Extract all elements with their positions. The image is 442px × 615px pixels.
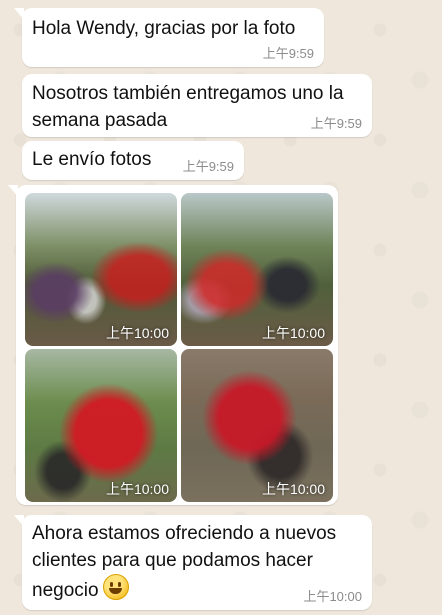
incoming-message-bubble[interactable]: Ahora estamos ofreciendo a nuevos client… [14, 515, 372, 610]
photo-timestamp: 上午10:00 [105, 325, 169, 341]
photo-timestamp: 上午10:00 [261, 481, 325, 497]
incoming-message-bubble[interactable]: Le envío fotos 上午9:59 [22, 141, 244, 180]
photo-timestamp: 上午10:00 [105, 481, 169, 497]
album-photo[interactable]: 上午10:00 [181, 193, 333, 346]
album-photo[interactable]: 上午10:00 [25, 193, 177, 346]
album-photo[interactable]: 上午10:00 [25, 349, 177, 502]
message-text: Le envío fotos [32, 149, 152, 170]
message-timestamp: 上午10:00 [303, 589, 362, 604]
message-timestamp: 上午9:59 [262, 46, 314, 61]
album-photo[interactable]: 上午10:00 [181, 349, 333, 502]
bubble-tail [14, 515, 24, 527]
message-text: Ahora estamos ofreciendo a nuevos client… [32, 523, 337, 601]
message-text: Hola Wendy, gracias por la foto [32, 18, 296, 39]
incoming-message-bubble[interactable]: Hola Wendy, gracias por la foto 上午9:59 [14, 8, 324, 67]
bubble-tail [14, 8, 24, 20]
incoming-message-bubble[interactable]: Nosotros también entregamos uno la seman… [22, 74, 372, 137]
message-timestamp: 上午9:59 [182, 159, 234, 174]
grinning-face-emoji-icon [102, 574, 129, 600]
message-text: Nosotros también entregamos uno la seman… [32, 83, 344, 131]
photo-timestamp: 上午10:00 [261, 325, 325, 341]
message-timestamp: 上午9:59 [310, 116, 362, 131]
bubble-tail [8, 185, 18, 197]
photo-album-message[interactable]: 上午10:00 上午10:00 上午10:00 上午10:00 [8, 185, 338, 505]
